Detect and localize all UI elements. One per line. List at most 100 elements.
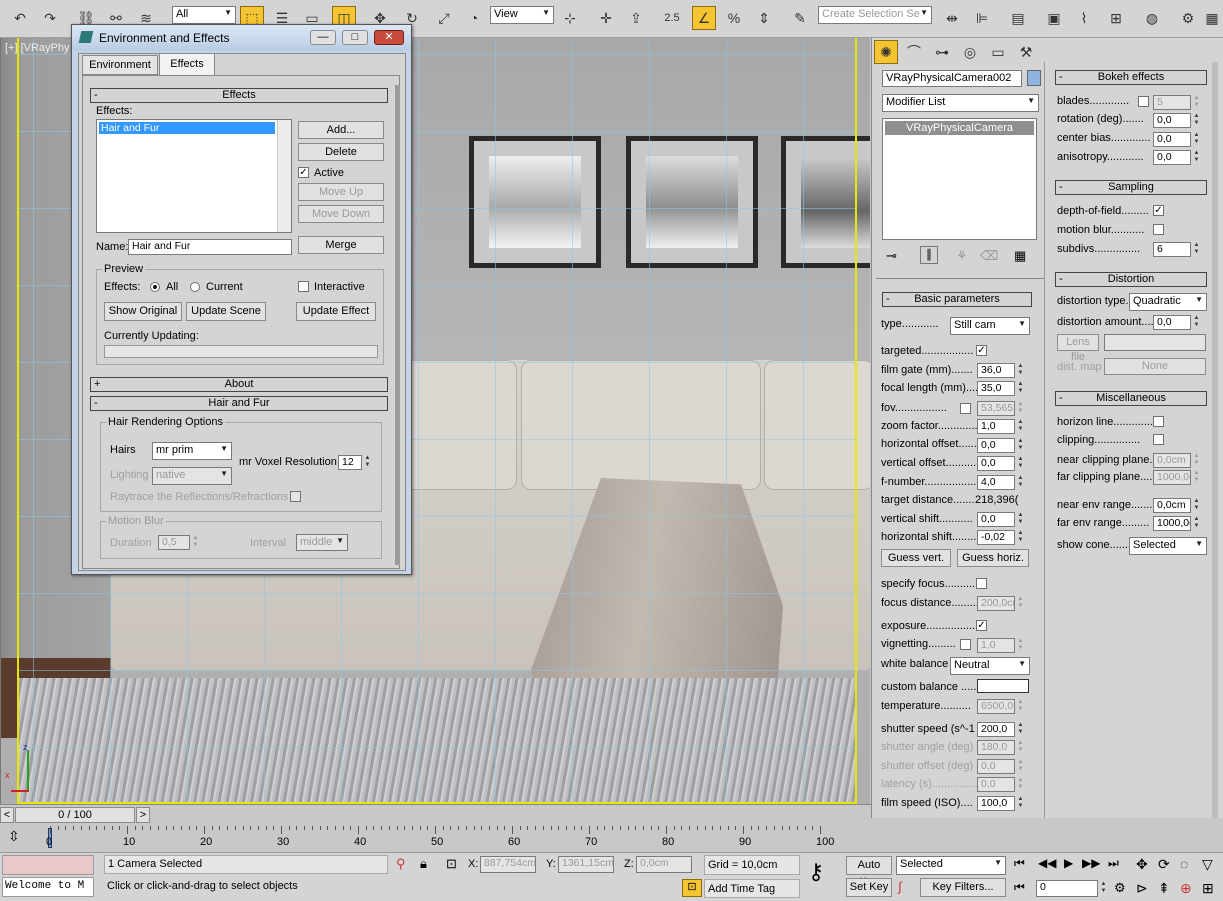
horizon-checkbox[interactable] [1153,416,1164,427]
effects-listbox[interactable]: Hair and Fur [96,119,292,233]
misc-rollout[interactable]: - Miscellaneous [1055,391,1207,406]
isolate-selection-icon[interactable]: ⚲ [396,856,406,872]
create-tab-icon[interactable]: ✺ [874,40,898,64]
angle-snap-icon[interactable]: ∠ [692,6,716,30]
fov-spinner-arrows[interactable]: ▲ ▼ [1016,401,1025,416]
v-offset-spinner-arrows[interactable]: ▲ ▼ [1016,456,1025,471]
fov-checkbox[interactable] [960,403,971,414]
shutter-angle-spinner-arrows[interactable]: ▲ ▼ [1016,740,1025,755]
white-balance-dropdown[interactable]: Neutral [950,657,1030,675]
tab-effects[interactable]: Effects [159,53,215,75]
track-bar[interactable]: ⇳ 0 10 20 30 40 50 60 70 80 90 100 [0,824,871,852]
guess-horiz-button[interactable]: Guess horiz. [957,549,1029,567]
v-shift-spinner[interactable]: 0,0 [977,512,1015,527]
select-place-icon[interactable]: ◔ [462,6,486,30]
shutter-speed-spinner-arrows[interactable]: ▲ ▼ [1016,722,1025,737]
rotation-spinner-arrows[interactable]: ▲ ▼ [1192,113,1201,128]
set-key-big-icon[interactable]: ⚷ [808,859,824,885]
fov-spinner[interactable]: 53,565 [977,401,1015,416]
about-rollout-header[interactable]: + About [90,377,388,392]
layer-manager-icon[interactable]: ▤ [1006,6,1030,30]
environment-effects-dialog[interactable]: Environment and Effects — □ ✕ Environmen… [71,24,412,575]
vignetting-spinner-arrows[interactable]: ▲ ▼ [1016,638,1025,653]
close-button[interactable]: ✕ [374,30,404,45]
voxel-spinner-arrows[interactable]: ▲ ▼ [363,455,372,470]
subdivs-spinner[interactable]: 6 [1153,242,1191,257]
interval-dropdown[interactable]: middle [296,534,348,551]
maxscript-mini-listener[interactable]: Welcome to M [2,877,94,897]
time-config-icon[interactable]: ⚙ [1114,880,1126,896]
h-shift-spinner-arrows[interactable]: ▲ ▼ [1016,530,1025,545]
edit-named-sel-icon[interactable]: ✎ [788,6,812,30]
roll-camera-icon[interactable]: ◌ [1180,856,1188,872]
maximize-button[interactable]: □ [342,30,368,45]
key-mode-toggle-icon[interactable]: ⏮ [1014,880,1025,895]
dist-amount-spinner[interactable]: 0,0 [1153,315,1191,330]
dist-amount-spinner-arrows[interactable]: ▲ ▼ [1192,315,1201,330]
motion-blur-checkbox[interactable] [1153,224,1164,235]
bokeh-rollout[interactable]: - Bokeh effects [1055,70,1207,85]
dialog-titlebar[interactable]: Environment and Effects — □ ✕ [72,25,411,51]
custom-balance-swatch[interactable] [977,679,1029,693]
selection-lock-icon[interactable]: 🔒︎ [420,856,427,872]
shutter-speed-spinner[interactable]: 200,0 [977,722,1015,737]
play-icon[interactable]: ▶ [1064,856,1073,870]
film-speed-spinner-arrows[interactable]: ▲ ▼ [1016,796,1025,811]
add-time-tag-button[interactable]: Add Time Tag [704,879,800,898]
specify-focus-checkbox[interactable] [976,578,987,589]
delete-button[interactable]: Delete [298,143,384,161]
ref-coord-dropdown[interactable]: View [490,6,554,24]
lighting-dropdown[interactable]: native [152,467,232,485]
guess-vert-button[interactable]: Guess vert. [881,549,951,567]
anisotropy-spinner-arrows[interactable]: ▲ ▼ [1192,150,1201,165]
merge-button[interactable]: Merge [298,236,384,254]
selection-filter-dropdown[interactable]: All [172,6,236,24]
align-icon[interactable]: ⊫ [970,6,994,30]
far-clip-spinner[interactable]: 1000,0c [1153,470,1191,485]
motion-tab-icon[interactable]: ◎ [958,40,982,64]
viewport-label[interactable]: [+] [VRayPhy [5,42,70,54]
move-down-button[interactable]: Move Down [298,205,384,223]
modify-tab-icon[interactable]: ⌒ [902,40,926,64]
active-checkbox[interactable]: ✓ [298,167,309,178]
go-to-start-icon[interactable]: ⏮ [1014,856,1025,871]
dist-type-dropdown[interactable]: Quadratic [1129,293,1207,311]
maxscript-listener-top[interactable] [2,855,94,875]
tab-environment[interactable]: Environment [82,55,158,75]
radio-current[interactable] [190,282,200,292]
percent-snap-icon[interactable]: % [722,6,746,30]
show-cone-dropdown[interactable]: Selected [1129,537,1207,555]
modifier-list-dropdown[interactable]: Modifier List [882,94,1039,112]
v-offset-spinner[interactable]: 0,0 [977,456,1015,471]
hair-rollout-header[interactable]: - Hair and Fur [90,396,388,411]
v-shift-spinner-arrows[interactable]: ▲ ▼ [1016,512,1025,527]
y-coordinate-field[interactable]: 1361,15cm [558,856,614,873]
fnumber-spinner[interactable]: 4,0 [977,475,1015,490]
current-frame-field[interactable]: 0 [1036,880,1098,897]
default-tangent-icon[interactable]: ∫ [898,879,902,894]
near-env-spinner-arrows[interactable]: ▲ ▼ [1192,498,1201,513]
render-setup-icon[interactable]: ⚙ [1176,6,1200,30]
near-env-spinner[interactable]: 0,0cm [1153,498,1191,513]
near-clip-spinner-arrows[interactable]: ▲ ▼ [1192,453,1201,468]
orbit-camera-icon[interactable]: ⊕ [1180,880,1192,897]
show-end-result-icon[interactable]: ∥ [920,246,938,264]
far-clip-spinner-arrows[interactable]: ▲ ▼ [1192,470,1201,485]
radio-all[interactable] [150,282,160,292]
subdivs-spinner-arrows[interactable]: ▲ ▼ [1192,242,1201,257]
interactive-checkbox[interactable] [298,281,309,292]
previous-frame-icon[interactable]: ◀◀ [1038,856,1056,870]
raytrace-checkbox[interactable] [290,491,301,502]
blades-checkbox[interactable] [1138,96,1149,107]
center-bias-spinner[interactable]: 0,0 [1153,132,1191,147]
mini-curve-editor-icon[interactable]: ⇳ [8,828,20,845]
stack-item[interactable]: VRayPhysicalCamera [885,121,1034,135]
absolute-mode-icon[interactable]: ⊡ [446,856,457,872]
anisotropy-spinner[interactable]: 0,0 [1153,150,1191,165]
effects-rollout-header[interactable]: - Effects [90,88,388,103]
pin-stack-icon[interactable]: ⊸ [886,248,897,264]
vignetting-checkbox[interactable] [960,639,971,650]
zoom-spinner-arrows[interactable]: ▲ ▼ [1016,419,1025,434]
pan-view-icon[interactable]: ✥ [1136,856,1148,873]
dist-map-button[interactable]: None [1104,358,1206,375]
